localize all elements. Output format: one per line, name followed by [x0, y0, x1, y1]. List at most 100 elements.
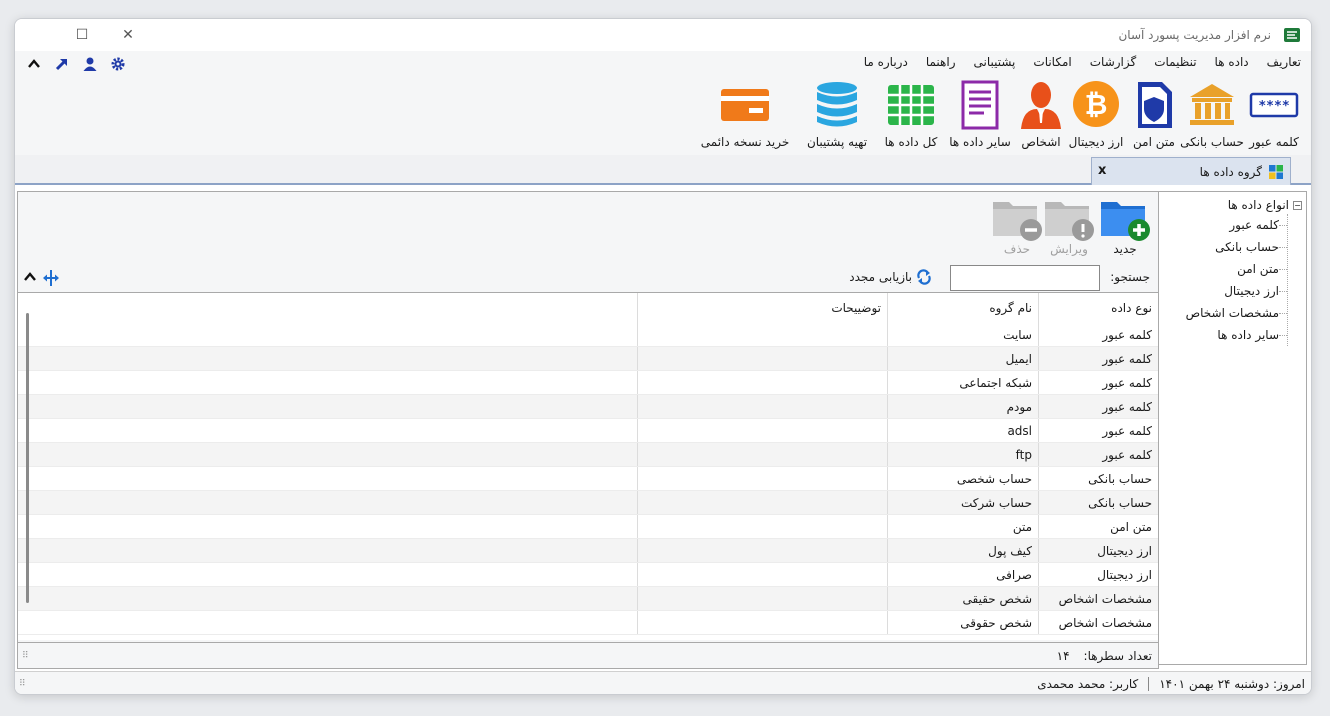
chevron-up-icon[interactable] — [22, 269, 38, 288]
column-header-type[interactable]: نوع داده — [1038, 293, 1158, 323]
column-header-description[interactable]: توضییحات — [637, 293, 887, 323]
row-count-value: ۱۴ — [1056, 649, 1070, 663]
resize-grip-icon[interactable]: ⠿ — [22, 652, 32, 664]
new-button[interactable]: جدید — [1096, 194, 1154, 256]
window-resize-grip-icon[interactable]: ⠿ — [19, 680, 29, 692]
search-input[interactable] — [950, 265, 1100, 291]
svg-text:₿: ₿ — [1085, 88, 1108, 121]
cell-description — [637, 347, 887, 370]
cell-name: کیف پول — [887, 539, 1038, 562]
ribbon-bank-account-button[interactable]: حساب بانکی — [1180, 79, 1244, 149]
cell-type: ارز دیجیتال — [1038, 563, 1158, 586]
menu-item-about[interactable]: درباره ما — [864, 55, 908, 69]
ribbon-label: اشخاص — [1021, 135, 1061, 149]
move-arrows-icon[interactable] — [42, 269, 60, 290]
menu-item-reports[interactable]: گزارشات — [1090, 55, 1136, 69]
ribbon-label: تهیه پشتیبان — [806, 135, 868, 149]
table-row[interactable]: مشخصات اشخاص شخص حقیقی — [18, 587, 1158, 611]
groups-panel: جدید ویرایش حذف جستجو: بازیابی مجدد نوع … — [17, 191, 1159, 669]
table-row[interactable]: کلمه عبور سایت — [18, 323, 1158, 347]
tree-item-secure-text[interactable]: متن امن — [1162, 258, 1287, 280]
maximize-icon: ☐ — [75, 27, 89, 43]
cell-name: ایمیل — [887, 347, 1038, 370]
tree-item-other-data[interactable]: سایر داده ها — [1162, 324, 1287, 346]
cell-type: ارز دیجیتال — [1038, 539, 1158, 562]
tree-item-password[interactable]: کلمه عبور — [1162, 214, 1287, 236]
bank-icon — [1190, 84, 1234, 125]
table-row[interactable]: کلمه عبور adsl — [18, 419, 1158, 443]
ribbon-password-button[interactable]: **** کلمه عبور — [1241, 79, 1307, 149]
tab-close-icon[interactable]: x — [1098, 163, 1106, 178]
table-body: کلمه عبور سایت کلمه عبور ایمیل کلمه عبور شب… — [18, 323, 1158, 635]
table-row[interactable]: کلمه عبور ایمیل — [18, 347, 1158, 371]
bitcoin-icon: ₿ — [1073, 81, 1119, 127]
chevron-up-icon[interactable] — [25, 55, 43, 73]
cell-description — [637, 539, 887, 562]
edit-label: ویرایش — [1050, 242, 1088, 256]
search-bar: جستجو: بازیابی مجدد — [18, 264, 1158, 292]
table-row[interactable]: مشخصات اشخاص شخص حقوقی — [18, 611, 1158, 635]
menu-item-help[interactable]: راهنما — [926, 55, 956, 69]
menu-item-data[interactable]: داده ها — [1215, 55, 1249, 69]
table-row[interactable]: کلمه عبور مودم — [18, 395, 1158, 419]
cell-name: سایت — [887, 323, 1038, 346]
tree-collapse-icon[interactable]: − — [1293, 200, 1302, 210]
close-button[interactable]: ✕ — [105, 19, 151, 51]
tree-item-persons[interactable]: مشخصات اشخاص — [1162, 302, 1287, 324]
cell-description — [637, 563, 887, 586]
cell-description — [637, 587, 887, 610]
cell-type: حساب بانکی — [1038, 467, 1158, 490]
tree-item-bank-account[interactable]: حساب بانکی — [1162, 236, 1287, 258]
ribbon-label: سایر داده ها — [949, 135, 1011, 149]
delete-button[interactable]: حذف — [988, 194, 1046, 256]
cell-name: مودم — [887, 395, 1038, 418]
folder-remove-icon — [993, 202, 1042, 241]
cell-description — [637, 491, 887, 514]
status-user: کاربر: محمد محمدی — [1037, 677, 1139, 691]
status-info: امروز: دوشنبه ۲۴ بهمن ۱۴۰۱ کاربر: محمد م… — [1037, 677, 1305, 691]
cell-description — [637, 467, 887, 490]
ribbon-other-data-button[interactable]: سایر داده ها — [945, 79, 1015, 149]
ribbon-secure-text-button[interactable]: متن امن — [1129, 79, 1179, 149]
windows-tiles-icon — [1269, 164, 1283, 179]
menu-item-tools[interactable]: امکانات — [1033, 55, 1071, 69]
row-count: تعداد سطرها: ۱۴ — [1057, 649, 1152, 663]
table-row[interactable]: ارز دیجیتال کیف پول — [18, 539, 1158, 563]
menu-item-definitions[interactable]: تعاریف — [1267, 55, 1301, 69]
cell-name: ftp — [887, 443, 1038, 466]
table-row[interactable]: کلمه عبور ftp — [18, 443, 1158, 467]
tree-item-crypto[interactable]: ارز دیجیتال — [1162, 280, 1287, 302]
status-separator — [1148, 677, 1150, 691]
data-types-tree: − انواع داده ها کلمه عبور حساب بانکی متن… — [1157, 191, 1307, 665]
ribbon-buy-license-button[interactable]: خرید نسخه دائمی — [697, 79, 793, 149]
column-header-name[interactable]: نام گروه — [887, 293, 1038, 323]
refresh-button[interactable]: بازیابی مجدد — [849, 269, 932, 285]
table-row[interactable]: ارز دیجیتال صرافی — [18, 563, 1158, 587]
menu-item-settings[interactable]: تنظیمات — [1154, 55, 1196, 69]
ribbon-label: متن امن — [1133, 135, 1175, 149]
ribbon-backup-button[interactable]: تهیه پشتیبان — [799, 79, 875, 149]
ribbon-persons-button[interactable]: اشخاص — [1019, 79, 1063, 149]
table-row[interactable]: متن امن متن — [18, 515, 1158, 539]
cell-name: حساب شرکت — [887, 491, 1038, 514]
edit-button[interactable]: ویرایش — [1040, 194, 1098, 256]
content-area: − انواع داده ها کلمه عبور حساب بانکی متن… — [15, 187, 1311, 671]
table-row[interactable]: حساب بانکی حساب شرکت — [18, 491, 1158, 515]
password-icon: **** — [1249, 92, 1299, 118]
grid-footer: تعداد سطرها: ۱۴ ⠿ — [18, 642, 1158, 668]
gear-icon[interactable] — [109, 55, 127, 73]
table-row[interactable]: حساب بانکی حساب شخصی — [18, 467, 1158, 491]
table-row[interactable]: کلمه عبور شبکه اجتماعی — [18, 371, 1158, 395]
arrow-upright-icon[interactable] — [53, 55, 71, 73]
menu-item-support[interactable]: پشتیبانی — [973, 55, 1015, 69]
ribbon-label: کلمه عبور — [1249, 135, 1299, 149]
maximize-button[interactable]: ☐ — [59, 19, 105, 51]
status-bar: امروز: دوشنبه ۲۴ بهمن ۱۴۰۱ کاربر: محمد م… — [15, 671, 1311, 694]
tab-data-groups[interactable]: گروه داده ها x — [1091, 157, 1291, 185]
ribbon-all-data-button[interactable]: کل داده ها — [881, 79, 941, 149]
ribbon-crypto-button[interactable]: ₿ ارز دیجیتال — [1065, 79, 1127, 149]
ribbon-label: ارز دیجیتال — [1068, 135, 1124, 149]
vertical-scrollbar[interactable] — [26, 313, 29, 603]
user-icon[interactable] — [81, 55, 99, 73]
tree-root[interactable]: − انواع داده ها — [1162, 198, 1302, 212]
